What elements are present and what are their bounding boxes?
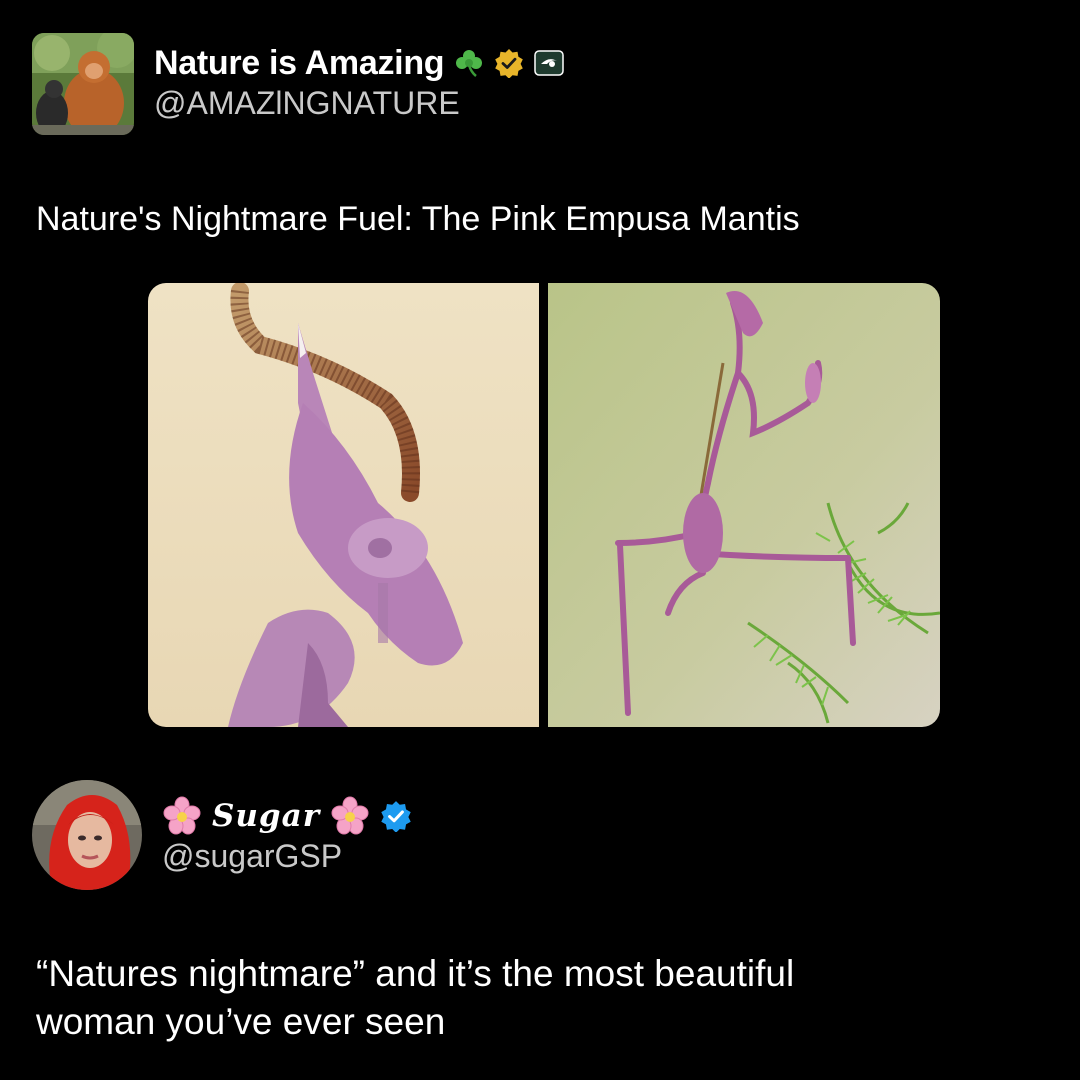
tweet-original: Nature is Amazing @AMAZlNGNATURE Nature'… xyxy=(32,33,1048,241)
tweet-text-line: “Natures nightmare” and it’s the most be… xyxy=(36,953,795,994)
author-handle[interactable]: @sugarGSP xyxy=(162,838,412,875)
blue-verified-badge-icon[interactable] xyxy=(380,800,412,832)
tweet-text: Nature's Nightmare Fuel: The Pink Empusa… xyxy=(36,200,800,238)
gold-verified-badge-icon[interactable] xyxy=(494,48,524,78)
tweet-header: Nature is Amazing @AMAZlNGNATURE xyxy=(32,33,1048,135)
tweet-header: Sugar @sugarGSP xyxy=(32,780,1048,890)
tweet-media[interactable] xyxy=(148,283,940,727)
cherry-blossom-icon xyxy=(162,796,202,836)
shamrock-icon xyxy=(454,48,484,78)
avatar-orangutan[interactable] xyxy=(32,33,134,135)
media-divider xyxy=(539,283,548,727)
author-display-name[interactable]: Sugar xyxy=(212,798,320,834)
author-display-name[interactable]: Nature is Amazing xyxy=(154,44,445,83)
cherry-blossom-icon xyxy=(330,796,370,836)
tweet-text: “Natures nightmare” and it’s the most be… xyxy=(36,950,1048,1046)
avatar-red-haired-woman[interactable] xyxy=(32,780,142,890)
affiliate-badge-icon[interactable] xyxy=(534,48,565,78)
pink-empusa-mantis-on-plant-photo[interactable] xyxy=(548,283,940,727)
author-handle[interactable]: @AMAZlNGNATURE xyxy=(154,85,564,122)
tweet-reply: Sugar @sugarGSP “Natures nightmare” and … xyxy=(32,780,1048,1046)
tweet-text-line: woman you’ve ever seen xyxy=(36,1001,446,1042)
pink-empusa-mantis-closeup-photo[interactable] xyxy=(148,283,539,727)
